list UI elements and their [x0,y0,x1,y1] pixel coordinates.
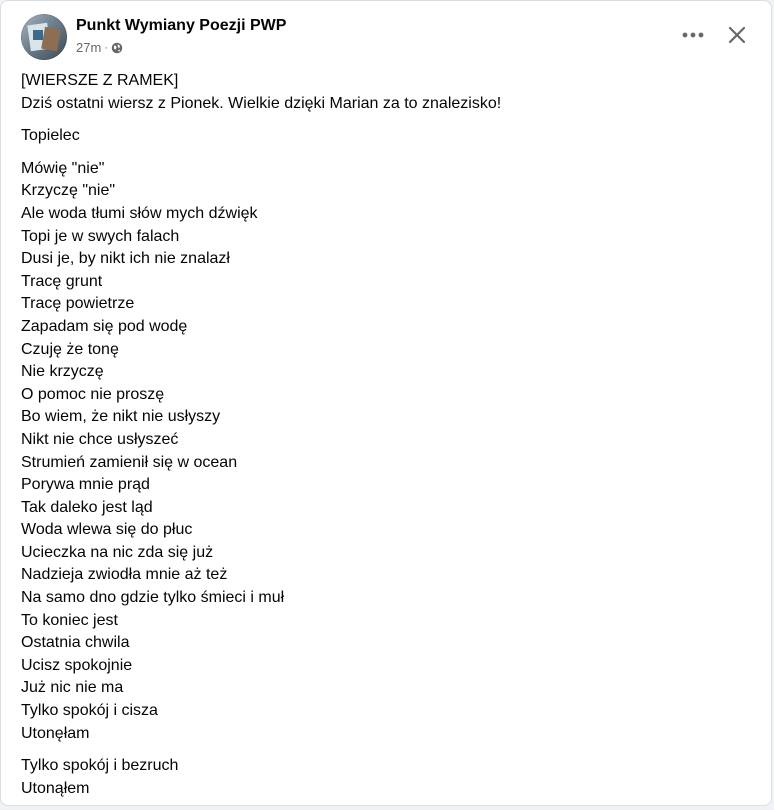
poem-line: Utonąłem [21,779,90,797]
poem-title-paragraph: Topielec [21,125,755,148]
post-text: [WIERSZE Z RAMEK] Dziś ostatni wiersz z … [21,70,755,810]
poem-line: Czuję że tonę [21,340,119,358]
meta-separator: · [104,41,108,54]
page-name-link[interactable]: Punkt Wymiany Poezji PWP [76,17,286,35]
poem-line: Mówię "nie" [21,159,105,177]
poem-line: Bo wiem, że nikt nie usłyszy [21,408,221,426]
poem-line: To koniec jest [21,611,118,629]
poem-line: Już nic nie ma [21,679,124,697]
poem-line: Ucieczka na nic zda się już [21,543,214,561]
intro-line: [WIERSZE Z RAMEK] [21,72,179,89]
poem-stanza-1: Mówię "nie" Krzyczę "nie" Ale woda tłumi s… [21,158,755,745]
poem-line: Tak daleko jest ląd [21,498,153,516]
poem-stanza-2: Tylko spokój i bezruch Utonąłem [21,755,755,800]
poem-line: Nadzieja zwiodła mnie aż też [21,566,228,584]
post-timestamp[interactable]: 27m [76,40,101,55]
intro-paragraph: [WIERSZE Z RAMEK] Dziś ostatni wiersz z … [21,70,755,115]
more-options-button[interactable] [675,17,711,53]
globe-icon [111,42,123,53]
poem-line: Tracę powietrze [21,295,135,313]
poem-line: Utonęłam [21,724,90,742]
post-meta: 27m · [76,40,123,55]
post-header: Punkt Wymiany Poezji PWP 27m · [21,14,755,60]
poem-line: Na samo dno gdzie tylko śmieci i muł [21,589,285,607]
poem-line: Krzyczę "nie" [21,182,116,200]
poem-line: Ucisz spokojnie [21,656,133,674]
poem-title: Topielec [21,127,80,145]
poem-line: Ostatnia chwila [21,634,130,652]
poem-line: Tylko spokój i bezruch [21,757,179,775]
poem-line: Topi je w swych falach [21,227,180,245]
poem-line: Dusi je, by nikt ich nie znalazł [21,250,230,268]
close-button[interactable] [719,17,755,53]
poem-line: Nikt nie chce usłyszeć [21,430,179,448]
page-avatar[interactable] [21,14,67,60]
poem-line: O pomoc nie proszę [21,385,165,403]
intro-line: Dziś ostatni wiersz z Pionek. Wielkie dz… [21,94,502,112]
poem-line: Ale woda tłumi słów mych dźwięk [21,204,258,222]
poem-line: Porywa mnie prąd [21,476,150,494]
post-card: Punkt Wymiany Poezji PWP 27m · [WIERSZE … [0,0,772,806]
poem-line: Nie krzyczę [21,363,104,381]
poem-line: Strumień zamienił się w ocean [21,453,238,471]
more-options-icon [682,32,704,38]
poem-line: Woda wlewa się do płuc [21,521,193,539]
close-icon [728,26,746,44]
poem-line: Tracę grunt [21,272,103,290]
poem-line: Zapadam się pod wodę [21,317,188,335]
post-actions [675,17,755,53]
poem-line: Tylko spokój i cisza [21,702,158,720]
